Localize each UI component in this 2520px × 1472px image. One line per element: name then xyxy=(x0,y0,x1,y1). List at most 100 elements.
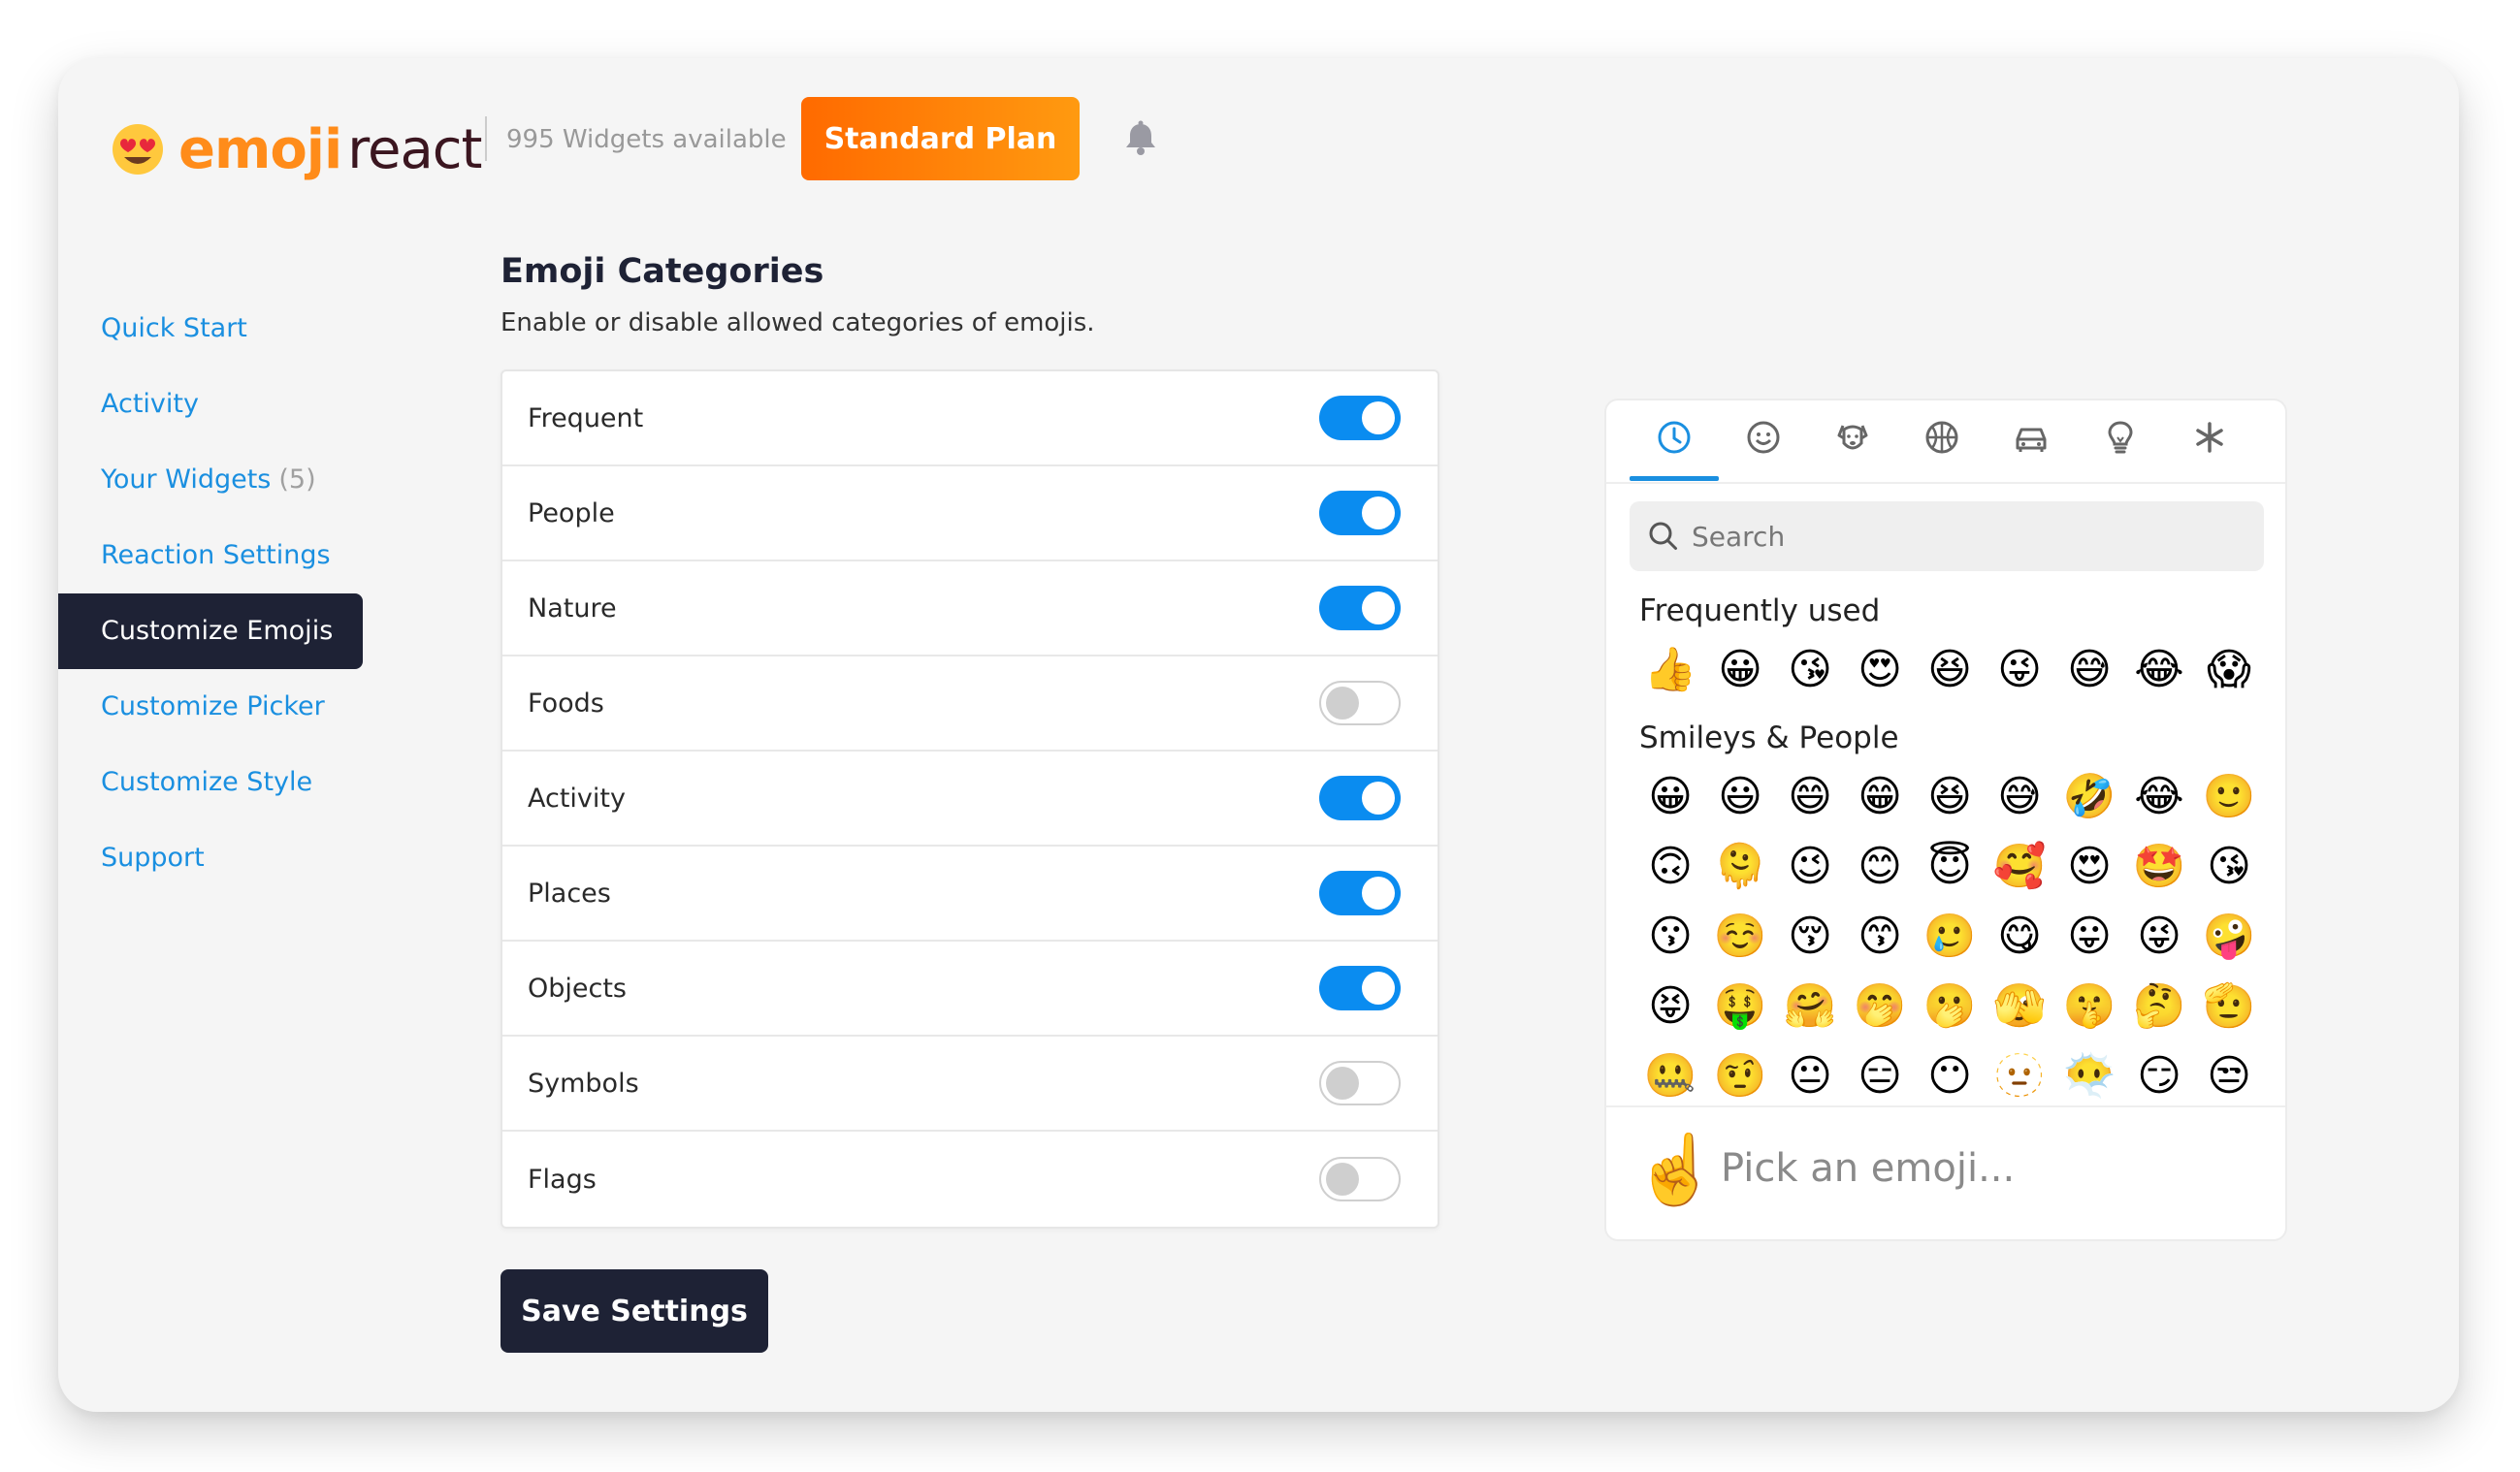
emoji-button[interactable]: 😁 xyxy=(1845,762,1915,832)
smiley-icon[interactable] xyxy=(1744,418,1783,457)
asterisk-icon[interactable] xyxy=(2190,418,2229,457)
category-toggle-frequent[interactable] xyxy=(1319,396,1401,440)
sidebar-item-quick-start[interactable]: Quick Start xyxy=(58,291,388,367)
emoji-button[interactable]: 😘 xyxy=(1775,635,1845,705)
car-icon[interactable] xyxy=(2012,418,2051,457)
category-toggle-symbols[interactable] xyxy=(1319,1061,1401,1105)
toggle-knob xyxy=(1326,1163,1359,1196)
emoji-button[interactable]: 🤩 xyxy=(2124,832,2194,902)
emoji-button[interactable]: 😉 xyxy=(1775,832,1845,902)
emoji-button[interactable]: 😘 xyxy=(2194,832,2264,902)
emoji-button[interactable]: 🥲 xyxy=(1915,902,1985,972)
emoji-button[interactable]: 🤨 xyxy=(1705,1041,1775,1111)
emoji-button[interactable]: 🙃 xyxy=(1635,832,1705,902)
sidebar-item-customize-style[interactable]: Customize Style xyxy=(58,745,388,820)
emoji-button[interactable]: 🤫 xyxy=(2054,972,2124,1041)
emoji-button[interactable]: 🙂 xyxy=(2194,762,2264,832)
category-label: Flags xyxy=(528,1164,597,1195)
emoji-button[interactable]: 😚 xyxy=(1775,902,1845,972)
emoji-button[interactable]: 🤐 xyxy=(1635,1041,1705,1111)
emoji-button[interactable]: 😜 xyxy=(2124,902,2194,972)
standard-plan-button[interactable]: Standard Plan xyxy=(801,97,1080,180)
emoji-button[interactable]: 🤣 xyxy=(2054,762,2124,832)
sidebar-item-label: Activity xyxy=(101,389,199,419)
search-icon xyxy=(1649,522,1677,550)
sidebar-item-activity[interactable]: Activity xyxy=(58,367,388,442)
emoji-button[interactable]: 😅 xyxy=(1985,762,2054,832)
emoji-button[interactable]: 😶 xyxy=(1915,1041,1985,1111)
ball-icon[interactable] xyxy=(1922,418,1961,457)
app-window: emoji react 995 Widgets available Standa… xyxy=(58,58,2459,1412)
clock-icon[interactable] xyxy=(1655,418,1694,457)
emoji-button[interactable]: 😊 xyxy=(1845,832,1915,902)
emoji-button[interactable]: 😱 xyxy=(2194,635,2264,705)
emoji-button[interactable]: 😗 xyxy=(1635,902,1705,972)
emoji-button[interactable]: 🤭 xyxy=(1845,972,1915,1041)
emoji-button[interactable]: 🫥 xyxy=(1985,1041,2054,1111)
bell-icon[interactable] xyxy=(1121,118,1160,157)
emoji-button[interactable]: 😋 xyxy=(1985,902,2054,972)
smileys-people-heading: Smileys & People xyxy=(1639,720,1899,755)
emoji-button[interactable]: 😆 xyxy=(1915,635,1985,705)
category-row-places: Places xyxy=(502,847,1438,942)
emoji-button[interactable]: 😝 xyxy=(1635,972,1705,1041)
emoji-button[interactable]: 😇 xyxy=(1915,832,1985,902)
emoji-button[interactable]: 😀 xyxy=(1635,762,1705,832)
emoji-button[interactable]: ☺️ xyxy=(1705,902,1775,972)
emoji-button[interactable]: 🫠 xyxy=(1705,832,1775,902)
category-toggle-flags[interactable] xyxy=(1319,1157,1401,1201)
emoji-button[interactable]: 👍 xyxy=(1635,635,1705,705)
emoji-button[interactable]: 🤔 xyxy=(2124,972,2194,1041)
category-toggle-foods[interactable] xyxy=(1319,681,1401,725)
emoji-button[interactable]: 😒 xyxy=(2194,1041,2264,1111)
sidebar-item-reaction-settings[interactable]: Reaction Settings xyxy=(58,518,388,593)
emoji-button[interactable]: 🫡 xyxy=(2194,972,2264,1041)
emoji-button[interactable]: 😀 xyxy=(1705,635,1775,705)
picker-category-tabs xyxy=(1606,400,2285,484)
sidebar-item-support[interactable]: Support xyxy=(58,820,388,896)
emoji-button[interactable]: 😍 xyxy=(2054,832,2124,902)
category-toggle-nature[interactable] xyxy=(1319,586,1401,630)
emoji-button[interactable]: 😆 xyxy=(1915,762,1985,832)
sidebar-item-customize-emojis[interactable]: Customize Emojis xyxy=(58,593,363,669)
emoji-button[interactable]: 😙 xyxy=(1845,902,1915,972)
dog-icon[interactable] xyxy=(1833,418,1872,457)
emoji-button[interactable]: 😑 xyxy=(1845,1041,1915,1111)
emoji-button[interactable]: 😏 xyxy=(2124,1041,2194,1111)
emoji-button[interactable]: 🫣 xyxy=(1985,972,2054,1041)
emoji-button[interactable]: 😶‍🌫️ xyxy=(2054,1041,2124,1111)
category-toggle-objects[interactable] xyxy=(1319,966,1401,1010)
emoji-button[interactable]: 😍 xyxy=(1845,635,1915,705)
picker-search-input[interactable] xyxy=(1690,519,2237,554)
emoji-button[interactable]: 😂 xyxy=(2124,635,2194,705)
emoji-button[interactable]: 😃 xyxy=(1705,762,1775,832)
sidebar-item-your-widgets[interactable]: Your Widgets (5) xyxy=(58,442,388,518)
active-tab-indicator xyxy=(1630,476,1719,481)
emoji-button[interactable]: 😅 xyxy=(2054,635,2124,705)
category-toggle-places[interactable] xyxy=(1319,871,1401,915)
emoji-button[interactable]: 😄 xyxy=(1775,762,1845,832)
emoji-button[interactable]: 😜 xyxy=(1985,635,2054,705)
emoji-button[interactable]: 🥰 xyxy=(1985,832,2054,902)
emoji-button[interactable]: 🤗 xyxy=(1775,972,1845,1041)
save-settings-button[interactable]: Save Settings xyxy=(501,1269,768,1353)
emoji-button[interactable]: 🤪 xyxy=(2194,902,2264,972)
category-toggle-people[interactable] xyxy=(1319,491,1401,535)
toggle-knob xyxy=(1362,592,1395,624)
category-label: Symbols xyxy=(528,1068,639,1099)
emoji-button[interactable]: 🫢 xyxy=(1915,972,1985,1041)
picker-search-box[interactable] xyxy=(1630,501,2264,571)
toggle-knob xyxy=(1326,1067,1359,1100)
emoji-button[interactable]: 🤑 xyxy=(1705,972,1775,1041)
sidebar-item-customize-picker[interactable]: Customize Picker xyxy=(58,669,388,745)
heart-eyes-logo-icon xyxy=(113,124,163,175)
emoji-button[interactable]: 😛 xyxy=(2054,902,2124,972)
category-row-objects: Objects xyxy=(502,942,1438,1037)
category-row-foods: Foods xyxy=(502,656,1438,752)
sidebar-item-label: Support xyxy=(101,843,205,873)
app-logo[interactable]: emoji react xyxy=(111,105,483,194)
category-toggle-activity[interactable] xyxy=(1319,776,1401,820)
emoji-button[interactable]: 😐 xyxy=(1775,1041,1845,1111)
emoji-button[interactable]: 😂 xyxy=(2124,762,2194,832)
bulb-icon[interactable] xyxy=(2101,418,2140,457)
